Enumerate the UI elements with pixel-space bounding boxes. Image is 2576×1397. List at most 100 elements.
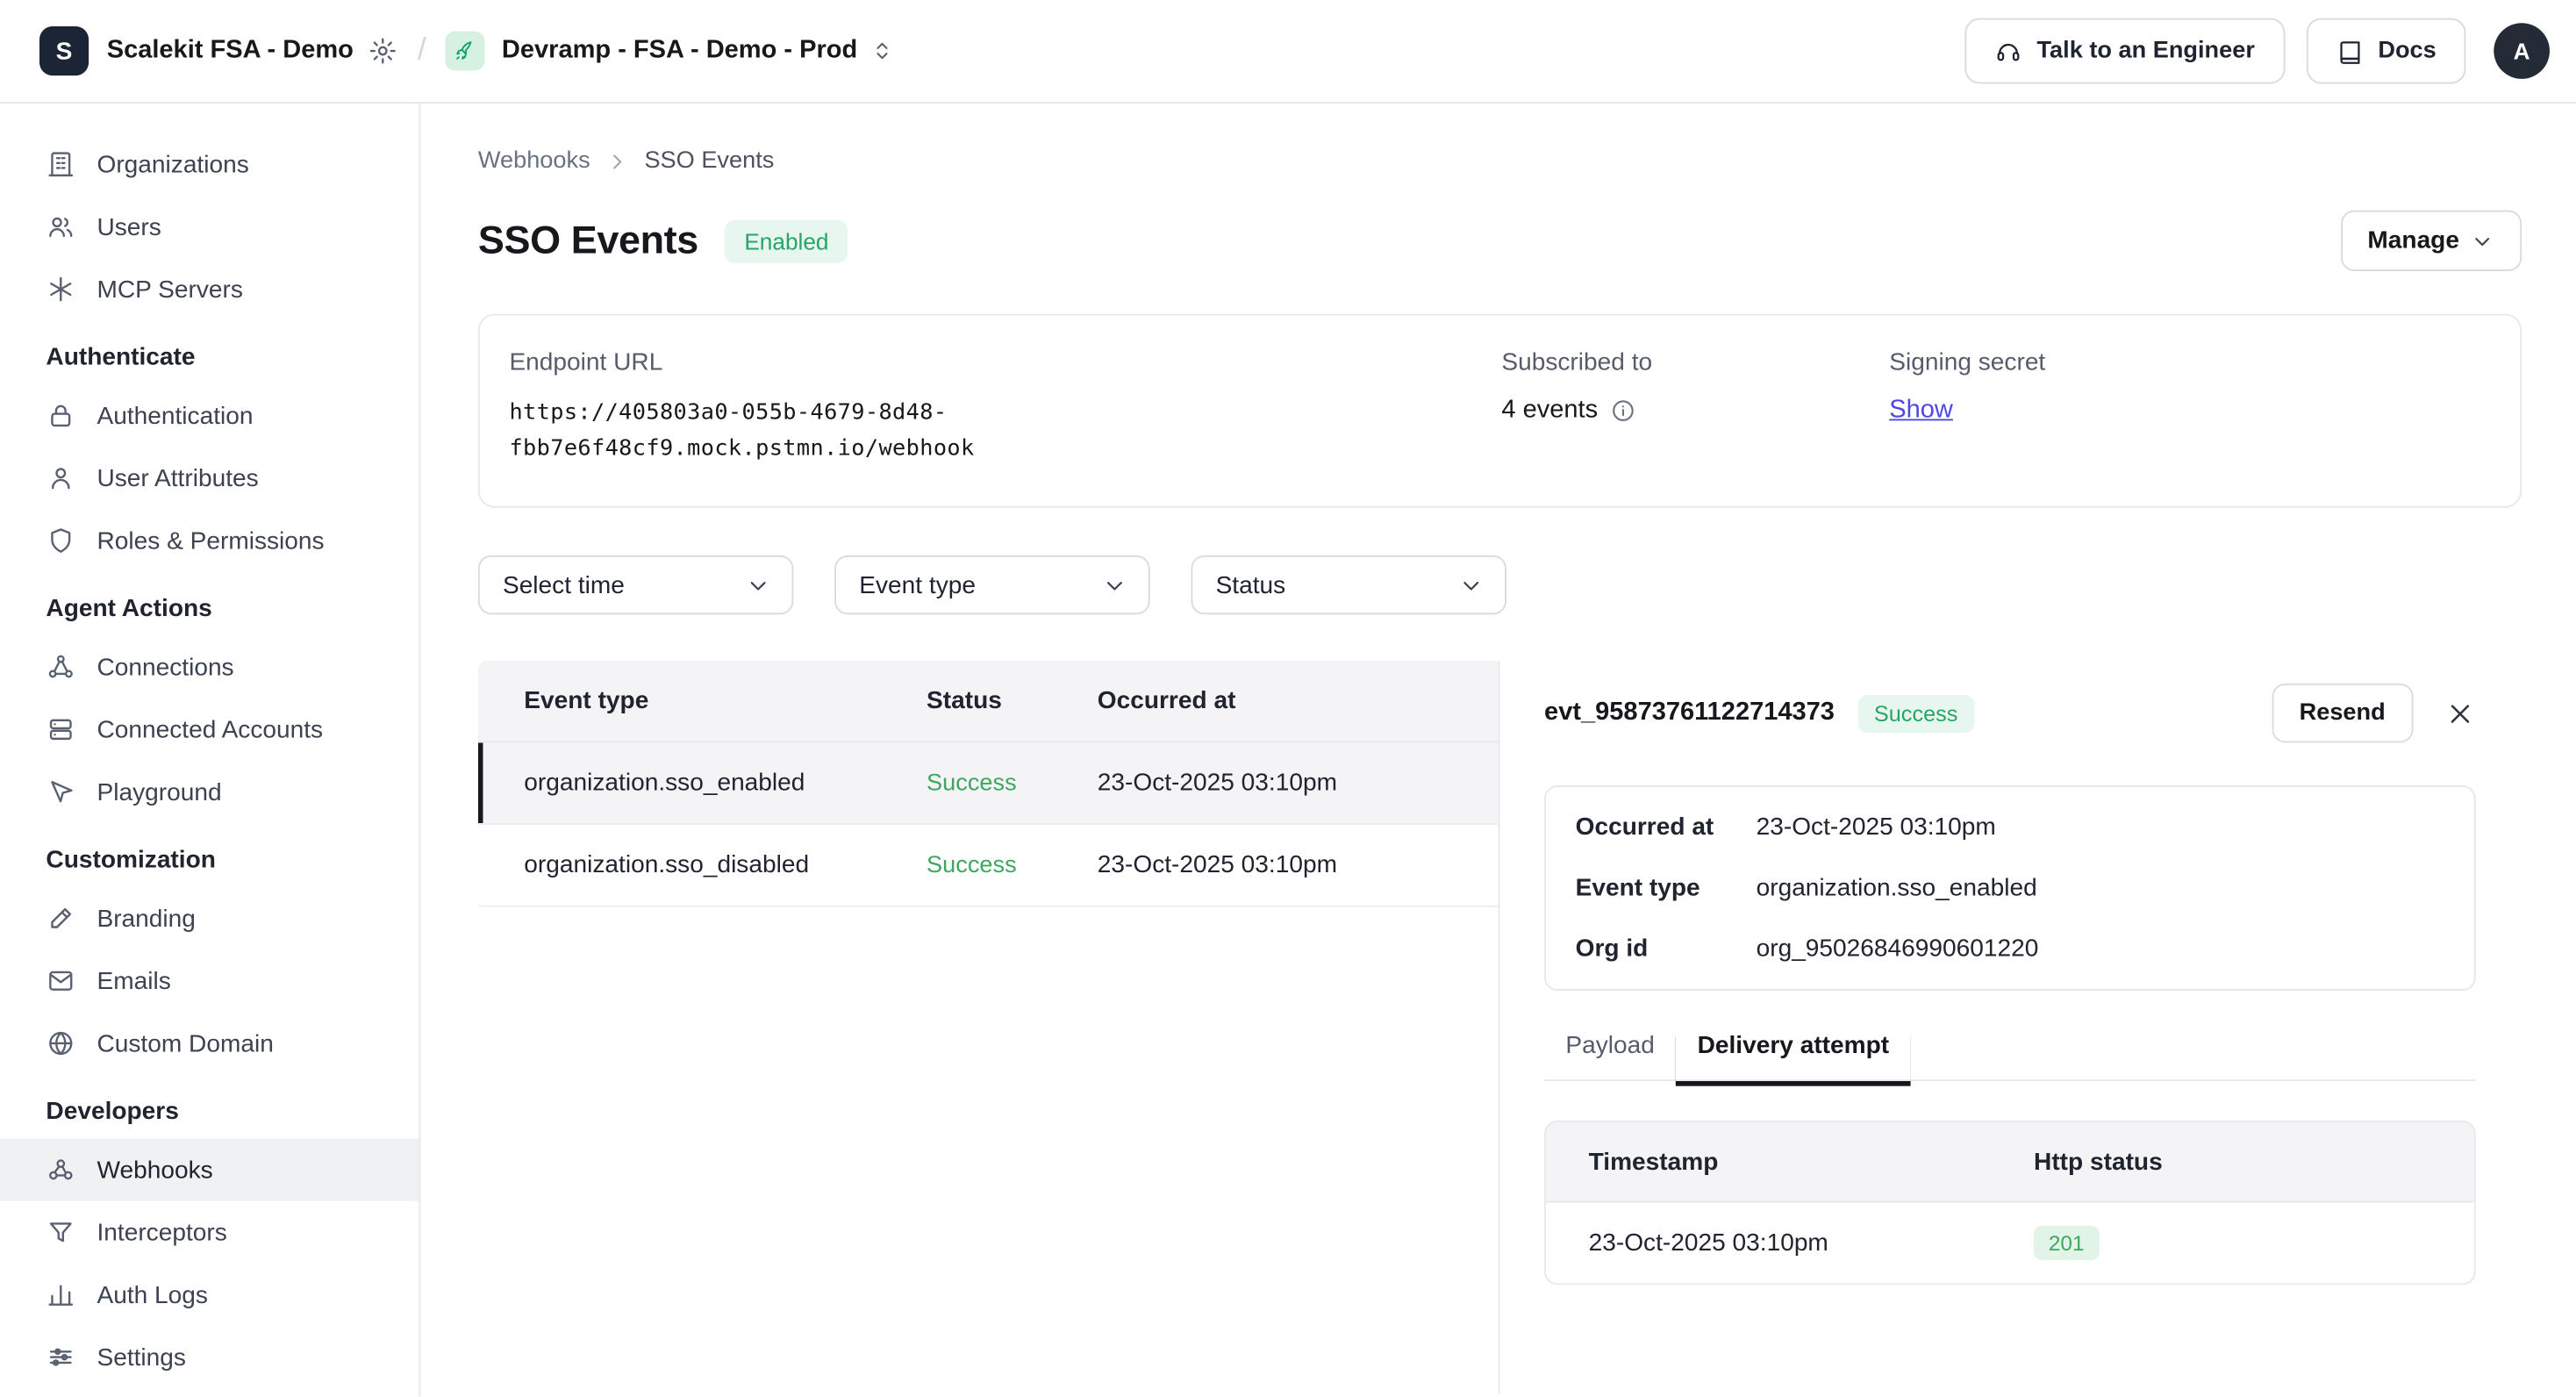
sidebar-item-label: Playground: [97, 778, 221, 806]
webhooks-icon: [46, 1155, 75, 1185]
topbar-right: Talk to an Engineer Docs A: [1964, 18, 2550, 84]
sidebar-item-settings[interactable]: Settings: [0, 1326, 419, 1388]
sidebar-item-authentication[interactable]: Authentication: [0, 384, 419, 447]
chevron-right-icon: [605, 148, 630, 173]
tab-payload[interactable]: Payload: [1544, 1032, 1676, 1079]
info-icon[interactable]: [1609, 398, 1635, 424]
topbar: S Scalekit FSA - Demo / Devramp - FSA - …: [0, 0, 2576, 104]
event-info-card: Occurred at 23-Oct-2025 03:10pm Event ty…: [1544, 785, 2476, 991]
sidebar-item-users[interactable]: Users: [0, 196, 419, 258]
sidebar-item-branding[interactable]: Branding: [0, 887, 419, 949]
sidebar-item-organizations[interactable]: Organizations: [0, 133, 419, 196]
status-cell: Success: [927, 852, 1098, 878]
avatar-letter: A: [2514, 38, 2530, 64]
status-dropdown[interactable]: Status: [1191, 555, 1506, 614]
auth-logs-icon: [46, 1280, 75, 1310]
sidebar-item-label: User Attributes: [97, 464, 258, 492]
branding-icon: [46, 904, 75, 934]
sidebar-item-user-attributes[interactable]: User Attributes: [0, 447, 419, 509]
event-type-dropdown[interactable]: Event type: [834, 555, 1150, 614]
sidebar-item-label: Roles & Permissions: [97, 527, 324, 555]
occurred-at-cell: 23-Oct-2025 03:10pm: [1098, 851, 1499, 879]
project-rocket-icon: [446, 32, 485, 71]
org-logo: S: [39, 26, 89, 75]
headphones-icon: [1994, 37, 2022, 65]
subscribed-value: 4 events: [1501, 396, 1598, 426]
sidebar-item-playground[interactable]: Playground: [0, 761, 419, 823]
info-label: Org id: [1576, 935, 1757, 964]
breadcrumb-webhooks[interactable]: Webhooks: [478, 148, 590, 175]
sidebar-item-connections[interactable]: Connections: [0, 636, 419, 698]
info-value: organization.sso_enabled: [1757, 874, 2037, 902]
attempt-row[interactable]: 23-Oct-2025 03:10pm 201: [1546, 1203, 2474, 1284]
playground-icon: [46, 777, 75, 807]
project-switcher[interactable]: Devramp - FSA - Demo - Prod: [502, 36, 857, 66]
chevrons-up-down-icon[interactable]: [869, 38, 895, 64]
sidebar-item-webhooks[interactable]: Webhooks: [0, 1139, 419, 1201]
sidebar-item-label: Users: [97, 212, 161, 240]
users-icon: [46, 212, 75, 242]
sidebar-section-authenticate: Authenticate: [0, 343, 419, 371]
sidebar-item-custom-domain[interactable]: Custom Domain: [0, 1012, 419, 1074]
select-time-label: Select time: [503, 571, 625, 599]
subscribed-block: Subscribed to 4 events: [1501, 348, 1889, 467]
breadcrumb: Webhooks SSO Events: [478, 148, 2522, 175]
sidebar-item-label: Connected Accounts: [97, 715, 323, 743]
signing-secret-label: Signing secret: [1889, 348, 2490, 376]
table-row[interactable]: organization.sso_disabled Success 23-Oct…: [478, 825, 1499, 907]
sidebar-item-label: Authentication: [97, 402, 253, 430]
sidebar-item-connected-accounts[interactable]: Connected Accounts: [0, 698, 419, 761]
status-label: Status: [1216, 571, 1286, 599]
event-type-cell: organization.sso_enabled: [478, 770, 927, 798]
gear-icon[interactable]: [369, 36, 398, 66]
talk-to-engineer-button[interactable]: Talk to an Engineer: [1964, 18, 2285, 84]
lock-icon: [46, 401, 75, 431]
app: S Scalekit FSA - Demo / Devramp - FSA - …: [0, 0, 2576, 1397]
tab-delivery-attempt[interactable]: Delivery attempt: [1676, 1032, 1910, 1081]
success-badge: Success: [1857, 694, 1974, 732]
docs-button[interactable]: Docs: [2306, 18, 2466, 84]
sidebar-item-label: Connections: [97, 653, 233, 681]
delivery-attempts-table: Timestamp Http status 23-Oct-2025 03:10p…: [1544, 1121, 2476, 1285]
info-value: org_95026846990601220: [1757, 935, 2039, 964]
interceptors-icon: [46, 1217, 75, 1247]
sidebar-item-auth-logs[interactable]: Auth Logs: [0, 1264, 419, 1326]
events-table-header: Event type Status Occurred at: [478, 661, 1499, 743]
sidebar-item-label: Branding: [97, 905, 195, 933]
event-detail-panel: evt_95873761122714373 Success Resend Occ…: [1500, 661, 2522, 1393]
timestamp-cell: 23-Oct-2025 03:10pm: [1546, 1229, 2034, 1257]
sidebar-section-customization: Customization: [0, 846, 419, 874]
custom-domain-icon: [46, 1028, 75, 1058]
resend-button[interactable]: Resend: [2272, 684, 2414, 742]
enabled-badge: Enabled: [725, 219, 848, 262]
sidebar-item-label: Custom Domain: [97, 1029, 273, 1057]
info-label: Occurred at: [1576, 813, 1757, 842]
column-header-timestamp: Timestamp: [1546, 1148, 2034, 1176]
connections-icon: [46, 652, 75, 682]
sidebar-item-label: Emails: [97, 967, 170, 995]
endpoint-url-value: https://405803a0-055b-4679-8d48- fbb7e6f…: [509, 396, 1501, 467]
user-avatar[interactable]: A: [2494, 23, 2550, 79]
http-status-cell: 201: [2034, 1226, 2474, 1260]
close-icon[interactable]: [2444, 698, 2476, 729]
endpoint-url-line2: fbb7e6f48cf9.mock.pstmn.io/webhook: [509, 432, 1501, 467]
manage-label: Manage: [2367, 226, 2459, 254]
manage-button[interactable]: Manage: [2341, 211, 2522, 271]
occurred-at-cell: 23-Oct-2025 03:10pm: [1098, 770, 1499, 798]
info-value: 23-Oct-2025 03:10pm: [1757, 813, 1996, 842]
detail-tabs: Payload Delivery attempt: [1544, 1032, 2476, 1081]
emails-icon: [46, 966, 75, 996]
table-row[interactable]: organization.sso_enabled Success 23-Oct-…: [478, 743, 1499, 826]
sidebar-item-label: Settings: [97, 1343, 185, 1372]
select-time-dropdown[interactable]: Select time: [478, 555, 794, 614]
connected-accounts-icon: [46, 714, 75, 744]
show-secret-link[interactable]: Show: [1889, 396, 1953, 424]
sidebar-item-mcp-servers[interactable]: MCP Servers: [0, 258, 419, 320]
endpoint-url-block: Endpoint URL https://405803a0-055b-4679-…: [509, 348, 1501, 467]
sidebar-item-interceptors[interactable]: Interceptors: [0, 1201, 419, 1264]
event-type-label: Event type: [859, 571, 976, 599]
endpoint-url-line1: https://405803a0-055b-4679-8d48-: [509, 396, 1501, 431]
sidebar-item-emails[interactable]: Emails: [0, 949, 419, 1012]
book-icon: [2336, 37, 2364, 65]
sidebar-item-roles-permissions[interactable]: Roles & Permissions: [0, 509, 419, 571]
